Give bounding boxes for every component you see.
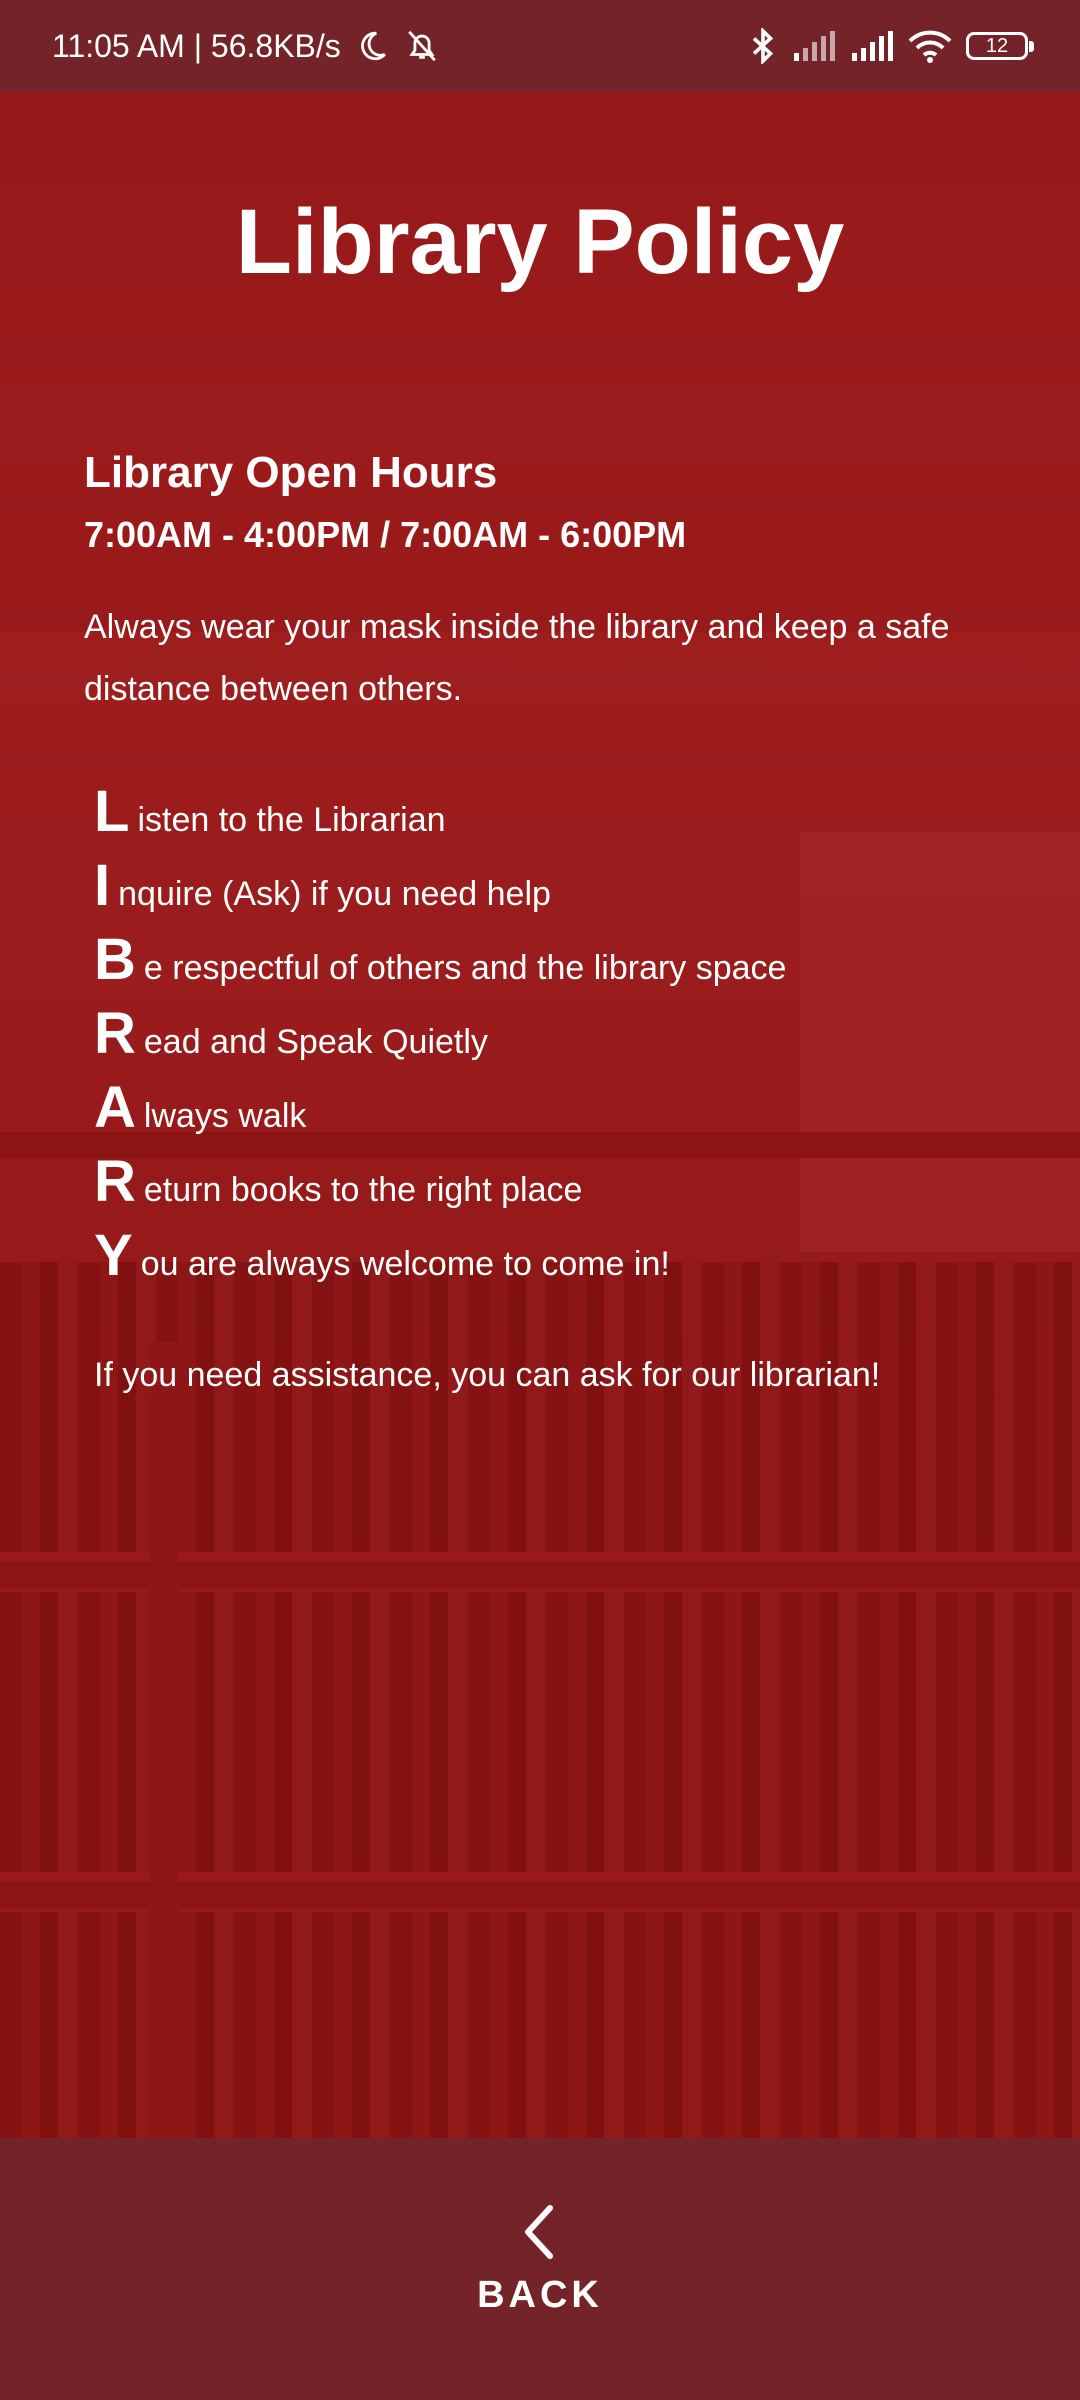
acrostic-text: nquire (Ask) if you need help	[118, 875, 551, 913]
page-title: Library Policy	[235, 191, 845, 293]
acrostic-letter: R	[94, 1149, 136, 1214]
bottom-bar: BACK	[0, 2138, 1080, 2400]
bluetooth-icon	[752, 28, 774, 64]
back-button[interactable]: BACK	[440, 2204, 640, 2334]
acrostic-text: lways walk	[143, 1097, 307, 1135]
acrostic-letter: Y	[94, 1223, 133, 1288]
acrostic-item: R ead and Speak Quietly	[94, 1000, 786, 1074]
acrostic-item: A lways walk	[94, 1074, 786, 1148]
battery-level: 12	[985, 35, 1009, 57]
acrostic-item: Y ou are always welcome to come in!	[94, 1222, 786, 1296]
acrostic-item: B e respectful of others and the library…	[94, 926, 786, 1000]
acrostic-text: eturn books to the right place	[143, 1171, 583, 1209]
status-time-speed: 11:05 AM | 56.8KB/s	[52, 27, 341, 64]
acrostic-text: isten to the Librarian	[137, 801, 446, 839]
acrostic-letter: A	[94, 1075, 136, 1140]
signal-icon	[794, 31, 835, 61]
acrostic-item: I nquire (Ask) if you need help	[94, 852, 786, 926]
back-label: BACK	[477, 2274, 603, 2316]
status-bar: 11:05 AM | 56.8KB/s 12	[0, 0, 1080, 92]
hours-range: 7:00AM - 4:00PM / 7:00AM - 6:00PM	[84, 514, 687, 555]
moon-icon	[360, 31, 386, 61]
hours-title: Library Open Hours	[84, 448, 498, 497]
acrostic-item: L isten to the Librarian	[94, 778, 786, 852]
alarm-off-icon	[407, 30, 436, 62]
acrostic-item: R eturn books to the right place	[94, 1148, 786, 1222]
status-left: 11:05 AM | 56.8KB/s	[52, 28, 441, 65]
signal-icon	[852, 31, 893, 61]
acrostic-letter: B	[94, 927, 136, 992]
acrostic-text: ead and Speak Quietly	[143, 1023, 488, 1061]
acrostic-letter: L	[94, 779, 130, 844]
status-right: 12	[748, 28, 1034, 64]
acrostic-letter: R	[94, 1001, 136, 1066]
acrostic-letter: I	[94, 853, 111, 918]
library-acrostic: L isten to the Librarian I nquire (Ask) …	[94, 778, 786, 1296]
mask-note: Always wear your mask inside the library…	[84, 608, 950, 708]
chevron-left-icon	[525, 2205, 553, 2259]
wifi-icon	[908, 30, 952, 63]
assist-note: If you need assistance, you can ask for …	[94, 1356, 881, 1394]
battery-icon: 12	[966, 32, 1034, 60]
acrostic-text: e respectful of others and the library s…	[143, 949, 787, 987]
acrostic-text: ou are always welcome to come in!	[140, 1245, 670, 1283]
